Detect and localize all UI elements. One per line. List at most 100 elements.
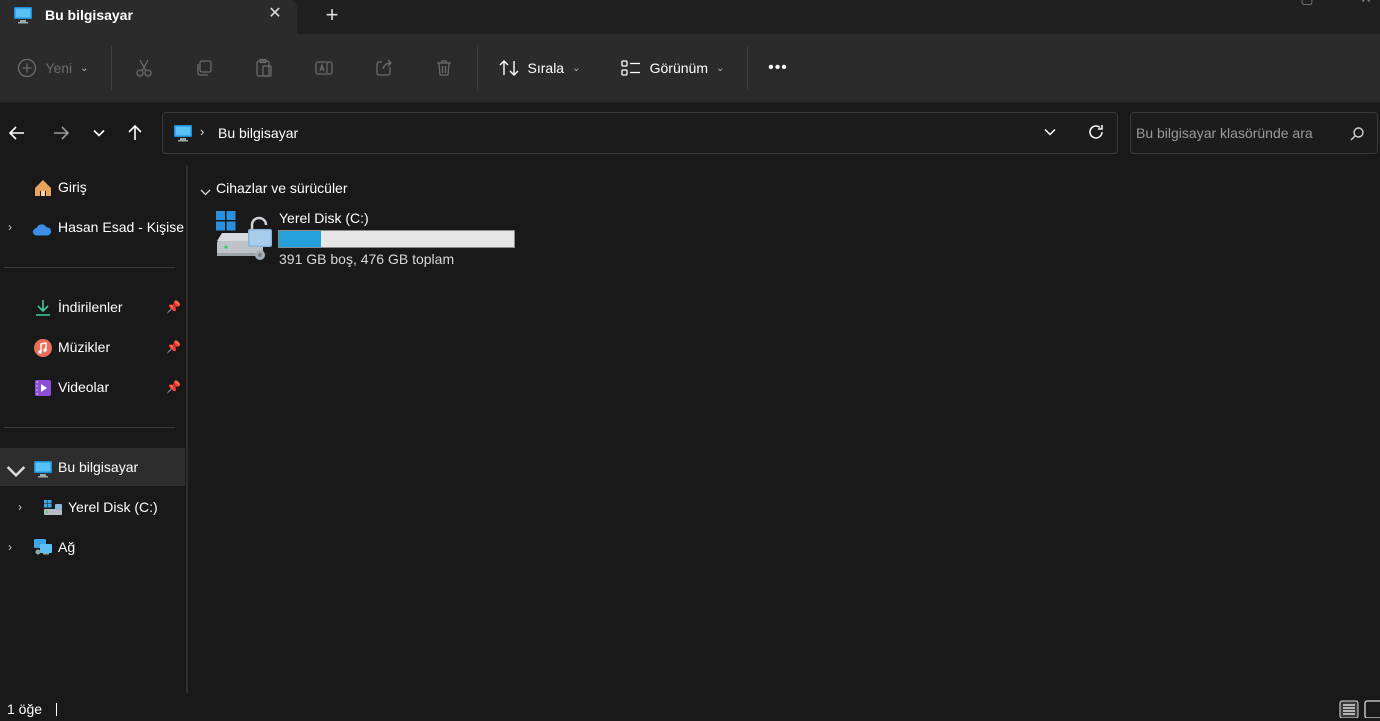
drive-c-icon — [216, 211, 272, 260]
toolbar-divider — [477, 46, 478, 90]
music-icon — [34, 339, 52, 357]
forward-button[interactable] — [46, 118, 76, 148]
new-button-label: Yeni — [45, 60, 73, 76]
sidebar-divider — [4, 427, 175, 428]
home-icon — [35, 180, 51, 196]
view-icon — [620, 60, 640, 76]
sidebar-item-label: Müzikler — [58, 339, 111, 355]
download-icon — [36, 300, 50, 316]
cut-button[interactable] — [128, 50, 160, 86]
arrow-left-icon — [8, 126, 24, 140]
new-tab-button[interactable]: + — [320, 2, 344, 28]
rename-icon — [315, 61, 333, 75]
sidebar-item-onedrive[interactable]: › Hasan Esad - Kişise — [0, 208, 185, 246]
share-button[interactable] — [368, 50, 400, 86]
sidebar-item-label: Giriş — [58, 179, 87, 195]
drive-capacity-info: 391 GB boş, 476 GB toplam — [279, 251, 455, 267]
tab-title: Bu bilgisayar — [45, 7, 133, 23]
close-window-button[interactable]: ✕ — [1352, 0, 1380, 10]
share-icon — [376, 59, 392, 76]
sidebar-item-label: Ağ — [58, 539, 76, 555]
sidebar-item-videos[interactable]: Videolar 📌 — [0, 368, 185, 406]
plus-circle-icon — [18, 58, 37, 78]
drive-name: Yerel Disk (C:) — [279, 210, 369, 226]
sidebar-item-home[interactable]: Giriş — [0, 168, 185, 206]
minimize-button[interactable]: — — [1234, 0, 1262, 10]
sidebar-item-label: İndirilenler — [58, 299, 123, 315]
sort-button[interactable]: Sırala ⌄ — [492, 50, 586, 86]
status-bar — [0, 694, 1380, 718]
network-icon — [34, 539, 52, 555]
sort-button-label: Sırala — [527, 60, 565, 76]
address-bar[interactable] — [162, 112, 1118, 154]
chevron-down-icon: ⌄ — [572, 62, 581, 74]
chevron-down-icon[interactable] — [6, 462, 26, 482]
back-button[interactable] — [2, 118, 32, 148]
refresh-button[interactable] — [1086, 122, 1108, 144]
sidebar-divider — [4, 267, 175, 268]
sort-icon — [499, 60, 519, 76]
details-view-icon — [1339, 700, 1359, 719]
computer-icon — [14, 7, 32, 24]
tiles-view-button[interactable] — [1364, 700, 1380, 719]
toolbar-divider — [111, 46, 112, 90]
section-collapse-icon[interactable] — [200, 184, 211, 200]
copy-button[interactable] — [188, 50, 220, 86]
close-tab-button[interactable]: ✕ — [264, 3, 286, 27]
sidebar-item-label: Yerel Disk (C:) — [68, 499, 158, 515]
address-history-button[interactable] — [1042, 124, 1064, 144]
rename-button[interactable] — [308, 50, 340, 86]
sidebar-item-label: Hasan Esad - Kişise — [58, 219, 185, 235]
drive-icon — [44, 500, 62, 515]
sidebar-item-downloads[interactable]: İndirilenler 📌 — [0, 288, 185, 326]
scissors-icon — [136, 59, 152, 77]
arrow-right-icon — [54, 126, 70, 140]
computer-icon — [34, 461, 52, 478]
sidebar-item-music[interactable]: Müzikler 📌 — [0, 328, 185, 366]
arrow-up-icon — [128, 124, 142, 140]
search-icon[interactable] — [1349, 126, 1365, 142]
copy-icon — [197, 60, 212, 76]
recent-locations-button[interactable] — [84, 118, 114, 148]
tiles-view-icon — [1364, 700, 1380, 719]
view-button[interactable]: Görünüm ⌄ — [610, 50, 734, 86]
sidebar-item-network[interactable]: › Ağ — [0, 528, 185, 566]
chevron-down-icon: ⌄ — [80, 62, 89, 74]
view-button-label: Görünüm — [649, 60, 708, 76]
pin-icon[interactable]: 📌 — [166, 340, 181, 354]
paste-icon — [256, 58, 272, 77]
more-options-button[interactable]: ••• — [760, 50, 796, 86]
chevron-right-icon[interactable]: › — [8, 220, 12, 234]
paste-button[interactable] — [248, 50, 280, 86]
chevron-down-icon: ⌄ — [715, 62, 725, 74]
computer-icon — [174, 125, 192, 142]
chevron-down-icon — [93, 129, 105, 137]
section-header-devices[interactable]: Cihazlar ve sürücüler — [216, 180, 348, 196]
toolbar-divider — [747, 46, 748, 90]
chevron-right-icon[interactable]: › — [200, 124, 204, 139]
sidebar-item-local-disk[interactable]: › Yerel Disk (C:) — [0, 488, 185, 526]
sidebar-item-label: Bu bilgisayar — [58, 459, 139, 475]
onedrive-icon — [32, 224, 52, 236]
delete-button[interactable] — [428, 50, 460, 86]
sidebar-item-this-pc[interactable]: Bu bilgisayar — [0, 448, 185, 486]
pin-icon[interactable]: 📌 — [166, 380, 181, 394]
breadcrumb-bu-bilgisayar[interactable]: Bu bilgisayar — [218, 125, 298, 141]
chevron-down-icon — [1044, 128, 1056, 136]
search-input[interactable] — [1136, 125, 1336, 141]
up-button[interactable] — [120, 118, 150, 148]
chevron-right-icon[interactable]: › — [18, 500, 22, 514]
maximize-button[interactable]: ▢ — [1293, 0, 1321, 10]
drive-usage-fill — [279, 231, 322, 247]
new-button[interactable]: Yeni ⌄ — [12, 50, 94, 86]
item-count: 1 öğe — [7, 701, 43, 717]
chevron-down-icon — [200, 189, 211, 196]
sidebar-item-label: Videolar — [58, 379, 110, 395]
status-divider — [56, 703, 57, 716]
details-view-button[interactable] — [1339, 700, 1359, 719]
refresh-icon — [1089, 125, 1103, 139]
video-icon — [35, 380, 51, 396]
chevron-right-icon[interactable]: › — [8, 540, 12, 554]
trash-icon — [437, 60, 451, 76]
pin-icon[interactable]: 📌 — [166, 300, 181, 314]
